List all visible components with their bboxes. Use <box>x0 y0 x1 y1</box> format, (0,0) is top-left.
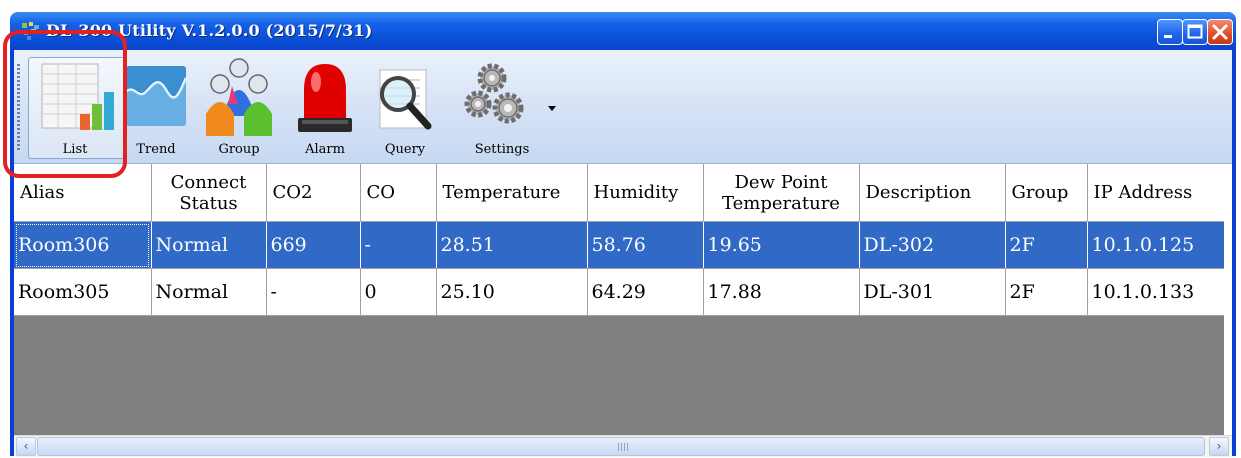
column-header-humidity[interactable]: Humidity <box>587 164 704 222</box>
app-icon <box>22 22 39 40</box>
group-icon <box>206 58 272 136</box>
trend-button[interactable]: Trend <box>124 54 188 162</box>
title-bar[interactable]: DL-300 Utility V.1.2.0.0 (2015/7/31) <box>10 12 1236 50</box>
cell-co[interactable]: - <box>360 221 437 269</box>
cell-temperature[interactable]: 25.10 <box>436 268 588 316</box>
cell-co2[interactable]: - <box>266 268 361 316</box>
minimize-button[interactable] <box>1157 19 1183 45</box>
horizontal-scrollbar[interactable]: ‹ › <box>14 435 1232 457</box>
alarm-label: Alarm <box>305 142 345 157</box>
cell-alias[interactable]: Room306 <box>14 221 152 269</box>
maximize-button[interactable] <box>1182 19 1208 45</box>
settings-dropdown-arrow[interactable] <box>548 106 556 111</box>
chevron-left-icon: ‹ <box>23 439 29 453</box>
cell-co[interactable]: 0 <box>360 268 437 316</box>
chevron-right-icon: › <box>1216 439 1222 453</box>
alarm-button[interactable]: Alarm <box>292 54 358 162</box>
table-row[interactable]: Room305 Normal - 0 25.10 64.29 17.88 DL-… <box>14 268 1224 316</box>
cell-dew-point[interactable]: 17.88 <box>703 268 860 316</box>
cell-temperature[interactable]: 28.51 <box>436 221 588 269</box>
column-header-co[interactable]: CO <box>360 164 437 222</box>
list-icon <box>41 63 114 130</box>
column-header-ip-address[interactable]: IP Address <box>1087 164 1224 222</box>
table-header-row: Alias Connect Status CO2 CO Temperature … <box>14 164 1224 222</box>
cell-description[interactable]: DL-301 <box>859 268 1006 316</box>
cell-alias[interactable]: Room305 <box>14 268 152 316</box>
cell-connect-status[interactable]: Normal <box>151 221 267 269</box>
maximize-icon <box>1187 24 1203 39</box>
scrollbar-thumb[interactable] <box>37 437 1205 456</box>
column-header-temperature[interactable]: Temperature <box>436 164 588 222</box>
group-button[interactable]: Group <box>200 54 278 162</box>
minimize-icon <box>1164 35 1172 38</box>
cell-humidity[interactable]: 64.29 <box>587 268 704 316</box>
table-row[interactable]: Room306 Normal 669 - 28.51 58.76 19.65 D… <box>14 221 1224 269</box>
cell-co2[interactable]: 669 <box>266 221 361 269</box>
column-header-connect-status[interactable]: Connect Status <box>151 164 267 222</box>
column-header-dew-point-temperature[interactable]: Dew Point Temperature <box>703 164 860 222</box>
settings-icon <box>464 63 524 124</box>
toolbar: List Trend Group Alarm Query Settings <box>14 50 1232 164</box>
settings-button[interactable]: Settings <box>458 54 546 162</box>
column-header-group[interactable]: Group <box>1005 164 1088 222</box>
cell-ip-address[interactable]: 10.1.0.125 <box>1087 221 1224 269</box>
group-label: Group <box>218 142 260 157</box>
list-label: List <box>62 142 88 157</box>
column-header-co2[interactable]: CO2 <box>266 164 361 222</box>
query-label: Query <box>384 142 426 157</box>
scroll-left-button[interactable]: ‹ <box>16 437 36 456</box>
cell-group[interactable]: 2F <box>1005 268 1088 316</box>
cell-ip-address[interactable]: 10.1.0.133 <box>1087 268 1224 316</box>
trend-label: Trend <box>136 142 176 157</box>
query-icon <box>379 69 432 130</box>
list-button[interactable]: List <box>22 54 128 162</box>
cell-connect-status[interactable]: Normal <box>151 268 267 316</box>
column-header-alias[interactable]: Alias <box>14 164 152 222</box>
scroll-right-button[interactable]: › <box>1209 437 1229 456</box>
cell-dew-point[interactable]: 19.65 <box>703 221 860 269</box>
settings-label: Settings <box>474 142 530 157</box>
app-window: DL-300 Utility V.1.2.0.0 (2015/7/31) Lis… <box>10 12 1236 457</box>
device-grid: Alias Connect Status CO2 CO Temperature … <box>14 164 1224 435</box>
cell-description[interactable]: DL-302 <box>859 221 1006 269</box>
cell-group[interactable]: 2F <box>1005 221 1088 269</box>
thumb-grip <box>618 443 628 451</box>
toolbar-grip[interactable] <box>17 64 20 150</box>
column-header-description[interactable]: Description <box>859 164 1006 222</box>
cell-humidity[interactable]: 58.76 <box>587 221 704 269</box>
device-table: Alias Connect Status CO2 CO Temperature … <box>14 164 1224 316</box>
close-icon <box>1212 24 1228 40</box>
client-area: List Trend Group Alarm Query Settings Al… <box>14 50 1232 457</box>
alarm-icon <box>298 64 352 132</box>
close-button[interactable] <box>1207 19 1233 45</box>
window-title: DL-300 Utility V.1.2.0.0 (2015/7/31) <box>46 21 373 40</box>
query-button[interactable]: Query <box>370 54 440 162</box>
trend-icon <box>125 66 188 126</box>
